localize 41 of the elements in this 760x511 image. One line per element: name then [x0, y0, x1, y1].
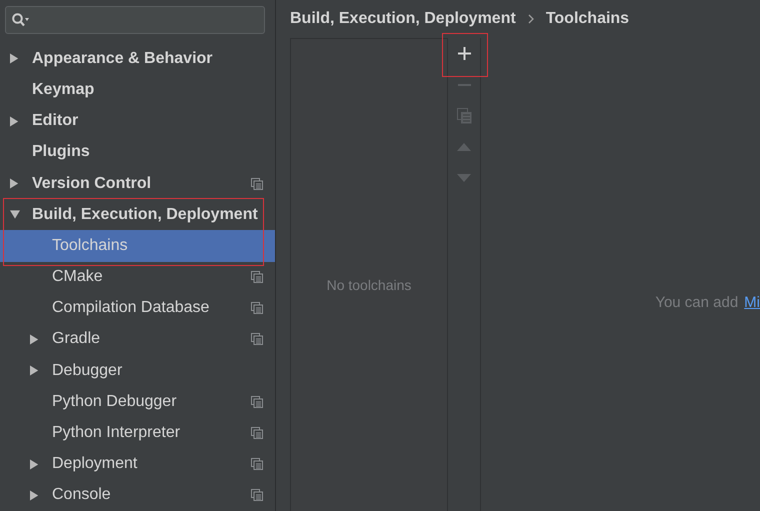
tree-item[interactable]: Plugins [0, 136, 275, 168]
expand-arrow-icon[interactable] [10, 53, 20, 64]
collapse-arrow-icon[interactable] [10, 209, 20, 220]
move-down-icon [457, 174, 471, 182]
search-field[interactable] [5, 6, 265, 34]
tree-item[interactable]: Console [0, 480, 275, 511]
project-scope-icon [251, 333, 263, 346]
tree-item[interactable]: Compilation Database [0, 292, 275, 324]
hint-text: You can add [655, 294, 738, 311]
project-scope-icon [251, 427, 263, 440]
tree-item[interactable]: Python Debugger [0, 386, 275, 418]
expand-arrow-icon[interactable] [10, 116, 20, 127]
project-scope-icon [251, 396, 263, 408]
tree-item[interactable]: Appearance & Behavior [0, 43, 275, 74]
expand-arrow-icon[interactable] [30, 334, 40, 345]
search-icon [12, 13, 29, 28]
tree-item[interactable]: Deployment [0, 448, 275, 480]
tree-item[interactable]: Editor [0, 106, 275, 137]
tree-item[interactable]: Debugger [0, 355, 275, 386]
tree-item[interactable]: Build, Execution, Deployment [0, 199, 275, 230]
expand-arrow-icon[interactable] [30, 490, 40, 501]
project-scope-icon [251, 178, 263, 190]
hint-link[interactable]: Mi [744, 294, 760, 311]
add-icon [458, 47, 470, 60]
copy-icon [456, 108, 472, 124]
tree-item[interactable]: Gradle [0, 324, 275, 356]
tree-item[interactable]: Python Interpreter [0, 417, 275, 449]
project-scope-icon [251, 458, 263, 470]
breadcrumb-item: Build, Execution, Deployment [290, 10, 516, 28]
expand-arrow-icon[interactable] [30, 365, 40, 376]
project-scope-icon [251, 489, 263, 502]
tree-item[interactable]: Version Control [0, 168, 275, 200]
move-up-icon [457, 142, 471, 150]
tree-item[interactable]: Keymap [0, 74, 275, 106]
empty-list-text: No toolchains [326, 277, 412, 293]
tree-item[interactable]: CMake [0, 262, 275, 293]
expand-arrow-icon[interactable] [10, 178, 20, 190]
project-scope-icon [251, 271, 263, 284]
breadcrumb-item: Toolchains [546, 10, 630, 28]
expand-arrow-icon[interactable] [30, 458, 40, 470]
project-scope-icon [251, 302, 263, 314]
